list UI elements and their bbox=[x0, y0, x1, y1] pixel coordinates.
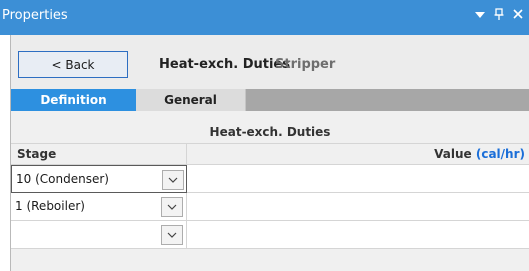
column-header-stage: Stage bbox=[11, 143, 187, 165]
page-title: Heat-exch. Duties bbox=[159, 57, 290, 72]
grid-footer bbox=[11, 251, 529, 271]
stage-combo-value: 10 (Condenser) bbox=[16, 172, 109, 186]
column-header-value-label: Value bbox=[434, 147, 472, 161]
close-icon[interactable] bbox=[513, 9, 523, 23]
table-row: 10 (Condenser) bbox=[11, 165, 529, 193]
chevron-down-icon bbox=[167, 232, 177, 238]
properties-panel: < Back Heat-exch. Duties Stripper Defini… bbox=[10, 35, 529, 271]
back-button[interactable]: < Back bbox=[18, 51, 128, 78]
tab-general[interactable]: General bbox=[136, 89, 246, 111]
dropdown-button[interactable] bbox=[162, 170, 184, 190]
table-row bbox=[11, 221, 529, 249]
window-title: Properties bbox=[2, 8, 68, 23]
tab-bar: Definition General bbox=[11, 89, 529, 111]
value-cell[interactable] bbox=[187, 165, 529, 193]
duties-grid: Heat-exch. Duties Stage Value (cal/hr) 1… bbox=[11, 111, 529, 271]
page-subtitle: Stripper bbox=[275, 57, 336, 72]
stage-combo[interactable] bbox=[11, 221, 187, 249]
stage-combo[interactable]: 1 (Reboiler) bbox=[11, 193, 187, 221]
pin-icon[interactable] bbox=[494, 8, 504, 24]
value-cell[interactable] bbox=[187, 193, 529, 221]
chevron-down-icon bbox=[167, 204, 177, 210]
column-header-value: Value (cal/hr) bbox=[187, 143, 529, 165]
panel-header: < Back Heat-exch. Duties Stripper bbox=[11, 35, 529, 89]
tab-definition[interactable]: Definition bbox=[11, 89, 136, 111]
section-header: Heat-exch. Duties bbox=[209, 125, 331, 139]
stage-combo-value: 1 (Reboiler) bbox=[15, 199, 85, 213]
table-row: 1 (Reboiler) bbox=[11, 193, 529, 221]
dropdown-button[interactable] bbox=[161, 225, 183, 245]
unit-link[interactable]: (cal/hr) bbox=[476, 147, 525, 161]
chevron-down-icon bbox=[168, 177, 178, 183]
stage-combo[interactable]: 10 (Condenser) bbox=[11, 165, 187, 193]
dropdown-button[interactable] bbox=[161, 197, 183, 217]
dropdown-menu-icon[interactable] bbox=[475, 9, 485, 23]
value-cell[interactable] bbox=[187, 221, 529, 249]
title-bar: Properties bbox=[0, 0, 529, 35]
window-controls bbox=[475, 8, 523, 24]
